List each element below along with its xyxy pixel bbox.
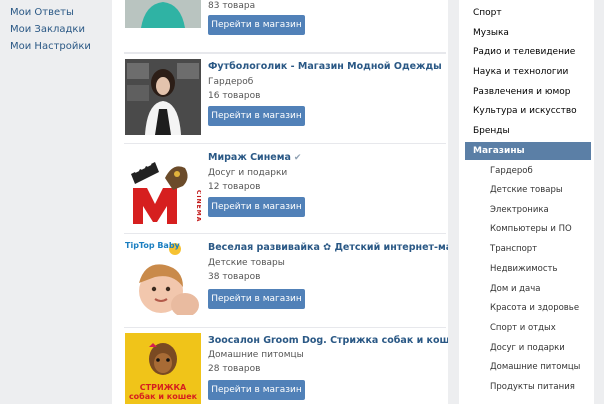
shop-logo-text: TipTop Baby — [125, 241, 180, 250]
subcategory-item[interactable]: Гардероб — [490, 166, 533, 176]
category-brands[interactable]: Бренды — [473, 126, 510, 136]
subcategory-item[interactable]: Электроника — [490, 205, 549, 215]
shop-product-count: 12 товаров — [208, 182, 261, 192]
divider — [124, 143, 446, 144]
subcategory-item[interactable]: Детские товары — [490, 185, 563, 195]
go-to-shop-button[interactable]: Перейти в магазин — [208, 289, 305, 309]
go-to-shop-button[interactable]: Перейти в магазин — [208, 106, 305, 126]
shop-name[interactable]: Веселая развивайка ✿ Детский интернет-ма… — [208, 242, 448, 253]
shop-list: 83 товара Перейти в магазин Футбологолик… — [112, 0, 448, 404]
shop-name[interactable]: Мираж Синема ✔ — [208, 152, 301, 163]
divider — [124, 327, 446, 328]
nav-my-bookmarks[interactable]: Мои Закладки — [10, 24, 85, 35]
nav-my-answers[interactable]: Мои Ответы — [10, 7, 74, 18]
shop-category: Детские товары — [208, 258, 285, 268]
go-to-shop-button[interactable]: Перейти в магазин — [208, 197, 305, 217]
category-culture[interactable]: Культура и искусство — [473, 106, 577, 116]
shop-category: Домашние питомцы — [208, 350, 304, 360]
shop-logo-text: CINEMA — [195, 190, 201, 223]
shop-logo[interactable]: СТРИЖКА собак и кошек — [125, 333, 201, 404]
go-to-shop-button[interactable]: Перейти в магазин — [208, 15, 305, 35]
category-shops-selected[interactable]: Магазины — [465, 142, 591, 160]
shop-category: Досуг и подарки — [208, 168, 288, 178]
subcategory-item[interactable]: Недвижимость — [490, 264, 557, 274]
category-science[interactable]: Наука и технологии — [473, 67, 568, 77]
shop-thumbnail[interactable] — [125, 59, 201, 135]
shop-name[interactable]: Футбологолик - Магазин Модной Одежды — [208, 61, 442, 72]
shop-product-count: 28 товаров — [208, 364, 261, 374]
shop-name-text[interactable]: Мираж Синема — [208, 152, 291, 163]
shop-name[interactable]: Зоосалон Groom Dog. Стрижка собак и коше… — [208, 335, 448, 346]
subcategory-item[interactable]: Досуг и подарки — [490, 343, 565, 353]
left-nav: Мои Ответы Мои Закладки Мои Настройки — [0, 0, 112, 404]
nav-my-settings[interactable]: Мои Настройки — [10, 41, 91, 52]
check-icon: ✔ — [293, 153, 302, 163]
subcategory-item[interactable]: Домашние питомцы — [490, 362, 580, 372]
go-to-shop-button[interactable]: Перейти в магазин — [208, 380, 305, 400]
shop-logo[interactable]: TipTop Baby — [125, 239, 201, 315]
subcategory-item[interactable]: Красота и здоровье — [490, 303, 579, 313]
shop-product-count: 83 товара — [208, 1, 256, 11]
category-entertainment[interactable]: Развлечения и юмор — [473, 87, 570, 97]
category-radio-tv[interactable]: Радио и телевидение — [473, 47, 575, 57]
divider — [124, 53, 446, 54]
shop-category: Гардероб — [208, 77, 254, 87]
subcategory-item[interactable]: Продукты питания — [490, 382, 575, 392]
category-sport[interactable]: Спорт — [473, 8, 502, 18]
shop-logo-text: СТРИЖКА собак и кошек — [128, 383, 198, 401]
category-shops-label: Магазины — [473, 146, 525, 156]
shop-product-count: 38 товаров — [208, 272, 261, 282]
subcategory-item[interactable]: Транспорт — [490, 244, 537, 254]
subcategory-item[interactable]: Спорт и отдых — [490, 323, 556, 333]
divider — [124, 233, 446, 234]
subcategory-item[interactable]: Компьютеры и ПО — [490, 224, 572, 234]
subcategory-item[interactable]: Дом и дача — [490, 284, 541, 294]
category-sidebar: Спорт Музыка Радио и телевидение Наука и… — [448, 0, 604, 404]
shop-logo[interactable]: CINEMA — [125, 150, 201, 226]
shop-thumbnail[interactable] — [125, 0, 201, 28]
divider — [124, 52, 446, 53]
category-panel: Спорт Музыка Радио и телевидение Наука и… — [459, 0, 594, 404]
shop-product-count: 16 товаров — [208, 91, 261, 101]
category-music[interactable]: Музыка — [473, 28, 509, 38]
